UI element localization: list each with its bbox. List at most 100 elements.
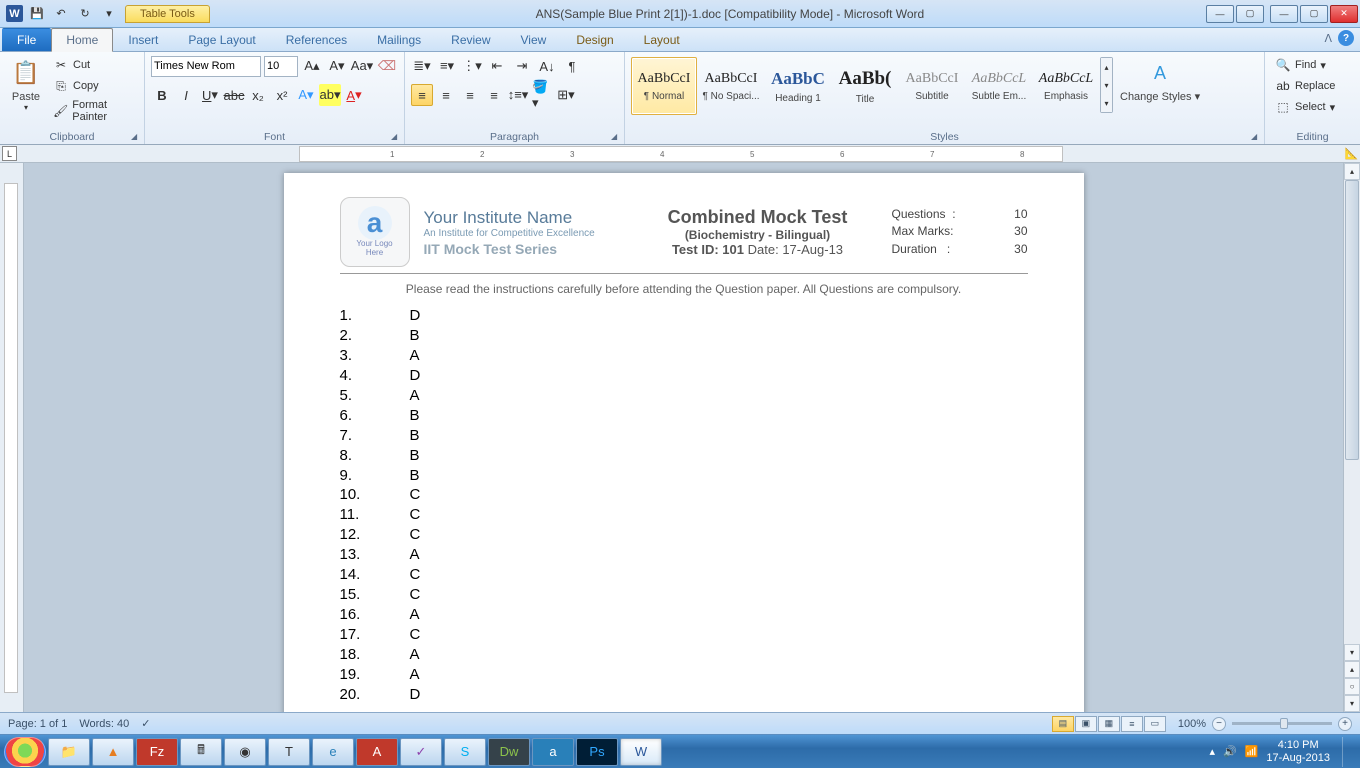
select-browse-object[interactable]: ○ [1344, 678, 1360, 695]
style-subtle-emphasis[interactable]: AaBbCcLSubtle Em... [966, 57, 1032, 115]
taskbar-skype[interactable]: S [444, 738, 486, 766]
vertical-scrollbar[interactable]: ▴ ▾ ▴ ○ ▾ [1343, 163, 1360, 712]
start-button[interactable] [4, 737, 46, 767]
doc-restore-button[interactable]: ▢ [1236, 5, 1264, 23]
increase-indent-button[interactable]: ⇥ [511, 55, 533, 77]
font-dialog-launcher[interactable]: ◢ [391, 132, 401, 142]
zoom-slider-thumb[interactable] [1280, 718, 1288, 729]
taskbar-calculator[interactable]: 🖩 [180, 738, 222, 766]
taskbar-explorer[interactable]: 📁 [48, 738, 90, 766]
word-count[interactable]: Words: 40 [79, 718, 129, 730]
zoom-in-button[interactable]: + [1338, 717, 1352, 731]
taskbar-filezilla[interactable]: Fz [136, 738, 178, 766]
style-title[interactable]: AaBb(Title [832, 57, 898, 115]
bold-button[interactable]: B [151, 84, 173, 106]
style-subtitle[interactable]: AaBbCcISubtitle [899, 57, 965, 115]
tab-mailings[interactable]: Mailings [362, 28, 436, 51]
minimize-button[interactable]: — [1270, 5, 1298, 23]
taskbar-chrome[interactable]: ◉ [224, 738, 266, 766]
shrink-font-button[interactable]: A▾ [326, 55, 348, 77]
style-normal[interactable]: AaBbCcI¶ Normal [631, 57, 697, 115]
print-layout-view[interactable]: ▤ [1052, 716, 1074, 732]
underline-button[interactable]: U▾ [199, 84, 221, 106]
taskbar-app-check[interactable]: ✓ [400, 738, 442, 766]
tab-review[interactable]: Review [436, 28, 505, 51]
close-button[interactable]: ✕ [1330, 5, 1358, 23]
sort-button[interactable]: A↓ [536, 55, 558, 77]
decrease-indent-button[interactable]: ⇤ [486, 55, 508, 77]
save-button[interactable]: 💾 [27, 4, 47, 24]
format-painter-button[interactable]: 🖌Format Painter [49, 97, 138, 125]
show-desktop-button[interactable] [1342, 737, 1352, 767]
superscript-button[interactable]: x² [271, 84, 293, 106]
styles-gallery[interactable]: AaBbCcI¶ Normal AaBbCcI¶ No Spaci... AaB… [631, 55, 1113, 115]
align-center-button[interactable]: ≡ [435, 84, 457, 106]
replace-button[interactable]: abReplace [1271, 76, 1339, 96]
borders-button[interactable]: ⊞▾ [555, 84, 577, 106]
bullets-button[interactable]: ≣▾ [411, 55, 433, 77]
strikethrough-button[interactable]: abc [223, 84, 245, 106]
tab-file[interactable]: File [2, 28, 51, 51]
select-button[interactable]: ⬚Select ▾ [1271, 97, 1339, 117]
tray-network-icon[interactable]: 📶 [1245, 745, 1259, 758]
styles-gallery-scroll[interactable]: ▴▾▾ [1100, 57, 1113, 113]
clipboard-dialog-launcher[interactable]: ◢ [131, 132, 141, 142]
paragraph-dialog-launcher[interactable]: ◢ [611, 132, 621, 142]
scroll-thumb[interactable] [1345, 180, 1359, 460]
shading-button[interactable]: 🪣▾ [531, 84, 553, 106]
text-effects-button[interactable]: A▾ [295, 84, 317, 106]
taskbar-app-a[interactable]: A [356, 738, 398, 766]
style-heading-1[interactable]: AaBbCHeading 1 [765, 57, 831, 115]
scroll-down-button[interactable]: ▾ [1344, 644, 1360, 661]
change-styles-button[interactable]: A Change Styles ▾ [1116, 55, 1204, 105]
zoom-slider[interactable] [1232, 722, 1332, 725]
scroll-up-button[interactable]: ▴ [1344, 163, 1360, 180]
tab-page-layout[interactable]: Page Layout [173, 28, 270, 51]
italic-button[interactable]: I [175, 84, 197, 106]
taskbar-tally[interactable]: T [268, 738, 310, 766]
maximize-button[interactable]: ▢ [1300, 5, 1328, 23]
cut-button[interactable]: ✂Cut [49, 55, 138, 75]
tab-layout[interactable]: Layout [629, 28, 695, 51]
tab-design[interactable]: Design [561, 28, 628, 51]
font-size-combo[interactable] [264, 56, 298, 77]
horizontal-ruler[interactable]: 12345678 [299, 146, 1063, 162]
tab-selector[interactable]: L [2, 146, 17, 161]
zoom-value[interactable]: 100% [1178, 718, 1206, 730]
draft-view[interactable]: ▭ [1144, 716, 1166, 732]
ruler-toggle[interactable]: 📐 [1343, 147, 1360, 160]
font-color-button[interactable]: A▾ [343, 84, 365, 106]
taskbar-app-blue[interactable]: a [532, 738, 574, 766]
undo-button[interactable]: ↶ [51, 4, 71, 24]
page-indicator[interactable]: Page: 1 of 1 [8, 718, 67, 730]
style-no-spacing[interactable]: AaBbCcI¶ No Spaci... [698, 57, 764, 115]
align-left-button[interactable]: ≡ [411, 84, 433, 106]
numbering-button[interactable]: ≡▾ [436, 55, 458, 77]
help-button[interactable]: ? [1338, 30, 1354, 46]
clear-formatting-button[interactable]: ⌫ [376, 55, 398, 77]
font-name-combo[interactable] [151, 56, 261, 77]
outline-view[interactable]: ≡ [1121, 716, 1143, 732]
full-screen-view[interactable]: ▣ [1075, 716, 1097, 732]
proofing-icon[interactable]: ✓ [141, 717, 150, 730]
paste-button[interactable]: 📋 Paste ▾ [6, 55, 46, 114]
tab-view[interactable]: View [506, 28, 562, 51]
minimize-ribbon-button[interactable]: ᐱ [1324, 32, 1332, 45]
page-scroll-area[interactable]: COPY a Your Logo Here Your Institute Nam… [24, 163, 1343, 712]
taskbar-word[interactable]: W [620, 738, 662, 766]
style-emphasis[interactable]: AaBbCcLEmphasis [1033, 57, 1099, 115]
taskbar-photoshop[interactable]: Ps [576, 738, 618, 766]
tab-home[interactable]: Home [51, 28, 113, 52]
change-case-button[interactable]: Aa▾ [351, 55, 373, 77]
subscript-button[interactable]: x₂ [247, 84, 269, 106]
find-button[interactable]: 🔍Find ▾ [1271, 55, 1339, 75]
tray-volume-icon[interactable]: 🔊 [1223, 745, 1237, 758]
tray-clock[interactable]: 4:10 PM 17-Aug-2013 [1266, 739, 1330, 764]
tab-references[interactable]: References [271, 28, 362, 51]
styles-dialog-launcher[interactable]: ◢ [1251, 132, 1261, 142]
line-spacing-button[interactable]: ↕≡▾ [507, 84, 529, 106]
multilevel-list-button[interactable]: ⋮▾ [461, 55, 483, 77]
taskbar-dreamweaver[interactable]: Dw [488, 738, 530, 766]
align-right-button[interactable]: ≡ [459, 84, 481, 106]
justify-button[interactable]: ≡ [483, 84, 505, 106]
